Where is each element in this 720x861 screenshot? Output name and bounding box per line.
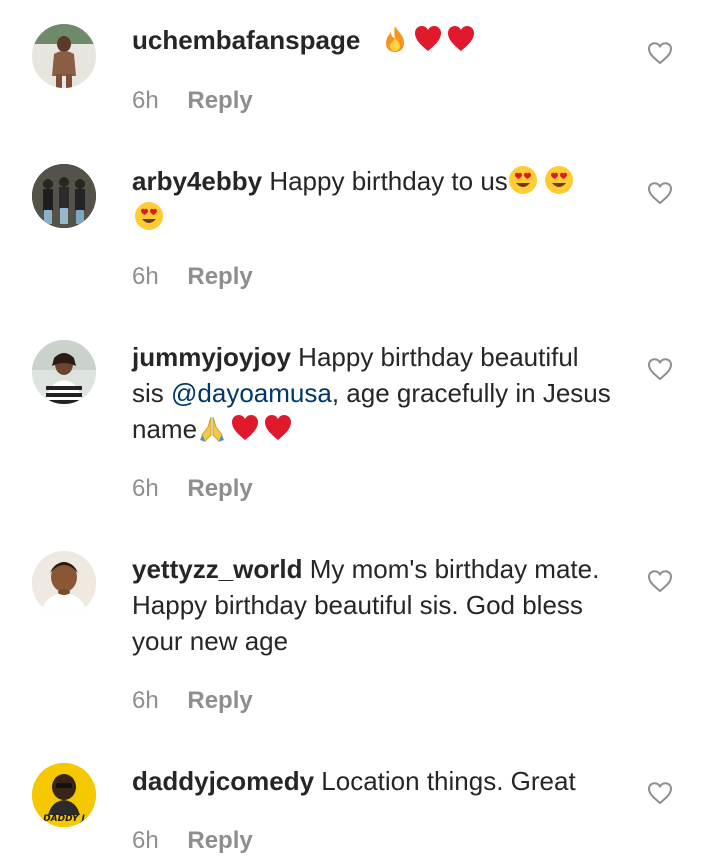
- comment-username[interactable]: arby4ebby: [132, 166, 262, 196]
- avatar-logo-text: DADDY J: [43, 814, 85, 824]
- reply-button[interactable]: Reply: [187, 87, 252, 114]
- reply-button[interactable]: Reply: [187, 475, 252, 502]
- comment-meta: 6h Reply: [132, 262, 253, 292]
- red-heart-emoji: [413, 24, 443, 54]
- comment-meta: 6h Reply: [132, 86, 253, 116]
- comment-timestamp: 6h: [132, 87, 159, 114]
- comment-text: yettyzz_world My mom's birthday mate. Ha…: [132, 551, 612, 659]
- comment-meta: 6h Reply: [132, 826, 253, 856]
- reply-button[interactable]: Reply: [187, 827, 252, 854]
- comment-text: arby4ebby Happy birthday to us: [132, 163, 612, 235]
- red-heart-emoji: [446, 24, 476, 54]
- avatar[interactable]: [32, 551, 96, 615]
- comment-text: uchembafanspage: [132, 22, 612, 58]
- comment-username[interactable]: uchembafanspage: [132, 25, 360, 55]
- comment-text: jummyjoyjoy Happy birthday beautiful sis…: [132, 339, 612, 447]
- avatar[interactable]: [32, 164, 96, 228]
- comment-username[interactable]: yettyzz_world: [132, 554, 303, 584]
- heart-eyes-emoji: [508, 165, 538, 195]
- comment-timestamp: 6h: [132, 263, 159, 290]
- avatar[interactable]: [32, 24, 96, 88]
- like-heart-icon[interactable]: [646, 39, 674, 67]
- like-heart-icon[interactable]: [646, 567, 674, 595]
- heart-eyes-emoji: [544, 165, 574, 195]
- like-heart-icon[interactable]: [646, 355, 674, 383]
- folded-hands-emoji: [197, 413, 227, 443]
- comment-timestamp: 6h: [132, 475, 159, 502]
- comment-username[interactable]: daddyjcomedy: [132, 766, 314, 796]
- comment-timestamp: 6h: [132, 827, 159, 854]
- comment-username[interactable]: jummyjoyjoy: [132, 342, 291, 372]
- avatar[interactable]: [32, 340, 96, 404]
- like-heart-icon[interactable]: [646, 779, 674, 807]
- reply-button[interactable]: Reply: [187, 687, 252, 714]
- reply-button[interactable]: Reply: [187, 263, 252, 290]
- fire-emoji: [380, 24, 410, 54]
- comment-text: daddyjcomedy Location things. Great: [132, 763, 612, 799]
- heart-eyes-emoji: [134, 201, 164, 231]
- red-heart-emoji: [230, 413, 260, 443]
- comment-meta: 6h Reply: [132, 474, 253, 504]
- comment-body: Happy birthday to us: [269, 166, 508, 196]
- like-heart-icon[interactable]: [646, 179, 674, 207]
- comment-body: Location things. Great: [321, 766, 576, 796]
- mention-link[interactable]: @dayoamusa: [171, 378, 332, 408]
- avatar[interactable]: DADDY J: [32, 763, 96, 827]
- comment-meta: 6h Reply: [132, 686, 253, 716]
- comment-timestamp: 6h: [132, 687, 159, 714]
- red-heart-emoji: [263, 413, 293, 443]
